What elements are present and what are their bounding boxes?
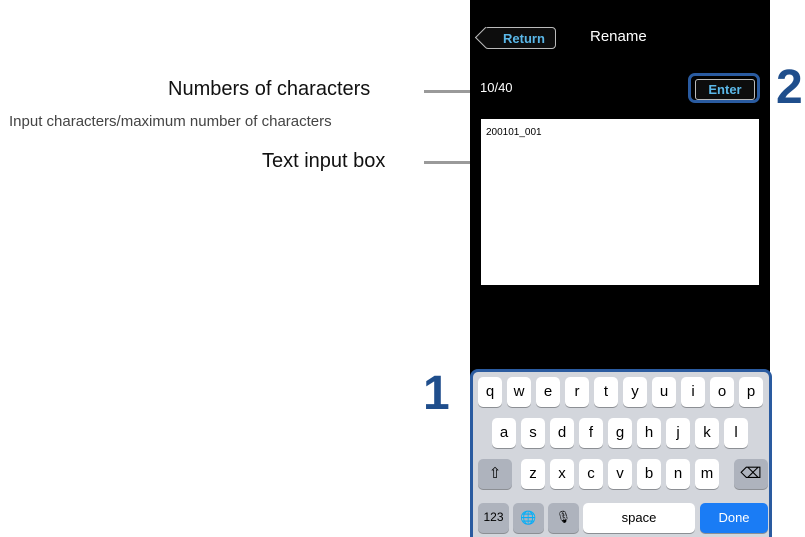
key-f[interactable]: f bbox=[579, 418, 603, 448]
return-button[interactable]: Return bbox=[484, 27, 556, 49]
enter-button[interactable]: Enter bbox=[695, 79, 755, 100]
key-l[interactable]: l bbox=[724, 418, 748, 448]
key-b[interactable]: b bbox=[637, 459, 661, 489]
key-k[interactable]: k bbox=[695, 418, 719, 448]
key-w[interactable]: w bbox=[507, 377, 531, 407]
key-z[interactable]: z bbox=[521, 459, 545, 489]
return-button-label: Return bbox=[503, 31, 545, 46]
key-r[interactable]: r bbox=[565, 377, 589, 407]
key-c[interactable]: c bbox=[579, 459, 603, 489]
page-title: Rename bbox=[590, 28, 647, 45]
key-e[interactable]: e bbox=[536, 377, 560, 407]
space-key[interactable]: space bbox=[583, 503, 695, 533]
backspace-icon: ⌫ bbox=[740, 465, 762, 482]
key-t[interactable]: t bbox=[594, 377, 618, 407]
key-h[interactable]: h bbox=[637, 418, 661, 448]
key-g[interactable]: g bbox=[608, 418, 632, 448]
key-m[interactable]: m bbox=[695, 459, 719, 489]
key-u[interactable]: u bbox=[652, 377, 676, 407]
globe-icon: 🌐 bbox=[520, 510, 537, 525]
character-count: 10/40 bbox=[480, 80, 513, 95]
key-x[interactable]: x bbox=[550, 459, 574, 489]
key-v[interactable]: v bbox=[608, 459, 632, 489]
enter-button-highlight: Enter bbox=[688, 73, 760, 103]
characters-count-annotation: Numbers of characters bbox=[168, 78, 371, 100]
key-p[interactable]: p bbox=[739, 377, 763, 407]
shift-icon: ⇧ bbox=[488, 465, 502, 482]
step-number-2: 2 bbox=[776, 61, 803, 114]
characters-count-description: Input characters/maximum number of chara… bbox=[9, 113, 332, 130]
globe-key[interactable]: 🌐 bbox=[513, 503, 544, 533]
numbers-key[interactable]: 123 bbox=[478, 503, 509, 533]
step-number-1: 1 bbox=[423, 367, 450, 420]
key-a[interactable]: a bbox=[492, 418, 516, 448]
key-s[interactable]: s bbox=[521, 418, 545, 448]
text-input-box-annotation: Text input box bbox=[262, 150, 386, 172]
key-j[interactable]: j bbox=[666, 418, 690, 448]
key-i[interactable]: i bbox=[681, 377, 705, 407]
key-o[interactable]: o bbox=[710, 377, 734, 407]
on-screen-keyboard: q w e r t y u i o p a s d f g h j k l ⇧ … bbox=[470, 369, 772, 537]
text-input-box[interactable]: 200101_001 bbox=[481, 119, 759, 285]
key-q[interactable]: q bbox=[478, 377, 502, 407]
shift-key[interactable]: ⇧ bbox=[478, 459, 512, 489]
delete-key[interactable]: ⌫ bbox=[734, 459, 768, 489]
key-d[interactable]: d bbox=[550, 418, 574, 448]
microphone-icon: 🎙 bbox=[555, 510, 572, 524]
key-y[interactable]: y bbox=[623, 377, 647, 407]
dictation-key[interactable]: 🎙 bbox=[548, 503, 579, 533]
key-n[interactable]: n bbox=[666, 459, 690, 489]
done-key[interactable]: Done bbox=[700, 503, 768, 533]
navigation-bar: Return Rename bbox=[470, 0, 770, 64]
